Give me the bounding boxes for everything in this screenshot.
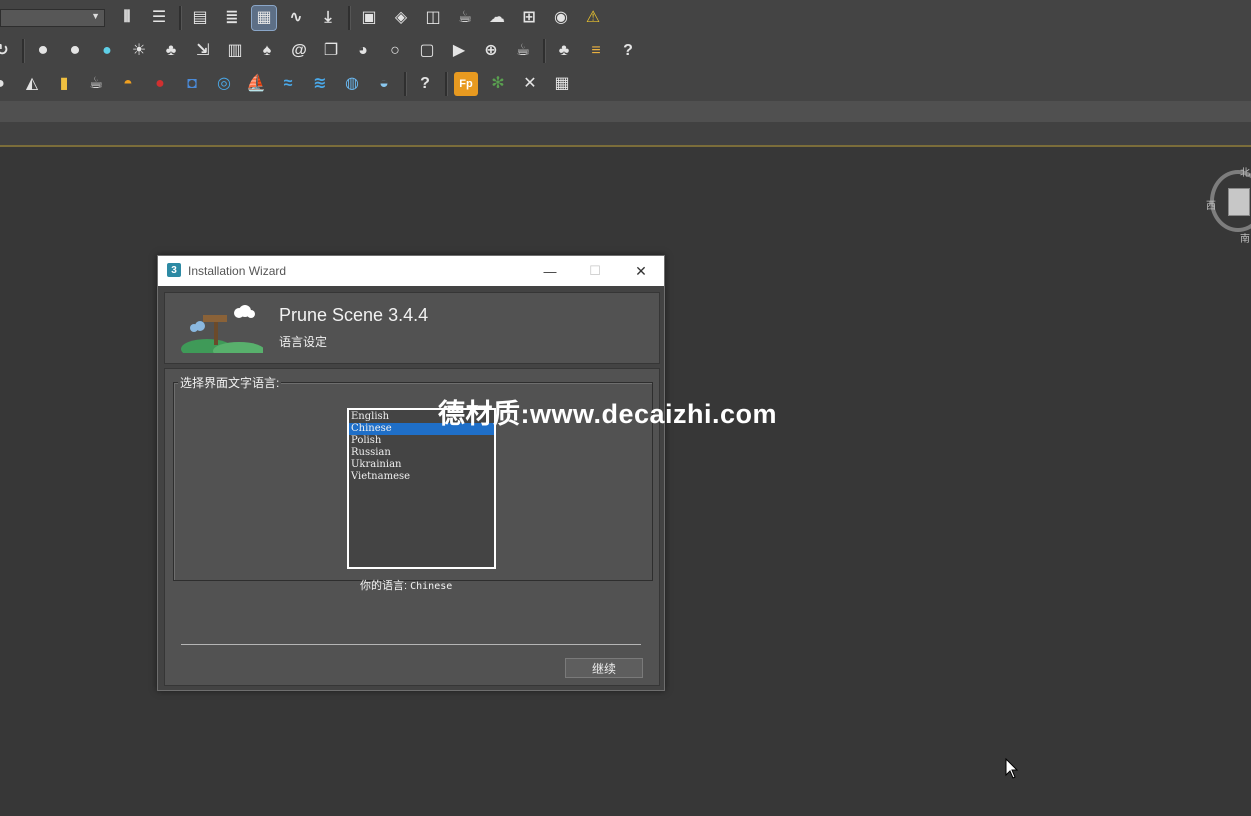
plugin-2-icon[interactable]: ◭	[20, 72, 44, 96]
language-option-vietnamese[interactable]: Vietnamese	[349, 471, 494, 483]
teapot-icon[interactable]: ☕	[511, 39, 535, 63]
dope-sheet-icon[interactable]: ⤓	[316, 6, 340, 30]
water-icon[interactable]: ≋	[308, 72, 332, 96]
camera-add-icon[interactable]: ⏺	[63, 39, 87, 63]
camera-icon[interactable]: ⏺	[31, 39, 55, 63]
toolbar-separator	[179, 6, 182, 30]
ribbon-toggle-icon[interactable]: ▦	[251, 5, 277, 31]
play-panel-icon[interactable]: ▶	[447, 39, 471, 63]
sun-icon[interactable]: ☀	[127, 39, 151, 63]
help-question-icon[interactable]: ?	[413, 72, 437, 96]
installation-wizard-dialog: 3 Installation Wizard — ☐ ✕ Prune Scene …	[157, 255, 665, 691]
panel-icon[interactable]: ▢	[415, 39, 439, 63]
language-option-russian[interactable]: Russian	[349, 447, 494, 459]
grid-icon[interactable]: ⊞	[517, 6, 541, 30]
forest-icon[interactable]: ♣	[552, 39, 576, 63]
ribbon-tab-bar	[0, 101, 1251, 122]
language-option-polish[interactable]: Polish	[349, 435, 494, 447]
render-icon[interactable]: ☕	[453, 6, 477, 30]
island-icon[interactable]: ◓	[116, 72, 140, 96]
wave-icon[interactable]: ≈	[276, 72, 300, 96]
language-option-ukrainian[interactable]: Ukrainian	[349, 459, 494, 471]
beer-icon[interactable]: ▮	[52, 72, 76, 96]
fp-icon[interactable]: Fp	[454, 72, 478, 96]
toolbar-separator	[404, 72, 407, 96]
table-icon[interactable]: ▦	[550, 72, 574, 96]
minimize-button[interactable]: —	[535, 260, 565, 282]
toolbar-row-1: ▼ ⫴ ☰ ▤ ≣ ▦ ∿ ⤓ ▣ ◈ ◫ ☕ ☁ ⊞ ◉ ⚠	[0, 2, 613, 34]
toolbar-separator	[22, 39, 25, 63]
viewcube-cube[interactable]	[1228, 188, 1250, 216]
coffee-icon[interactable]: ☕	[84, 72, 108, 96]
toolbar-row-3: ◑ ◭ ▮ ☕ ◓ ● ◘ ◎ ⛵ ≈ ≋ ◍ ◒ ? Fp ✻ ✕ ▦	[0, 68, 582, 100]
continue-button[interactable]: 继续	[565, 658, 643, 678]
bulb-icon[interactable]: ○	[383, 39, 407, 63]
warning-icon[interactable]: ⚠	[581, 6, 605, 30]
swirl-icon[interactable]: ◎	[212, 72, 236, 96]
app-name: Prune Scene 3.4.4	[279, 305, 429, 325]
list-icon[interactable]: ≡	[584, 39, 608, 63]
current-language: 你的语言: Chinese	[360, 577, 452, 593]
render-frame-icon[interactable]: ◈	[389, 6, 413, 30]
copy-icon[interactable]: ❐	[319, 39, 343, 63]
light-bulb-icon[interactable]: ●	[95, 39, 119, 63]
maximize-button[interactable]: ☐	[580, 260, 610, 282]
app-icon: 3	[167, 263, 181, 277]
language-listbox[interactable]: English Chinese Polish Russian Ukrainian Viet…	[347, 408, 496, 569]
boat-icon[interactable]: ⛵	[244, 72, 268, 96]
layer-explorer-icon[interactable]: ≣	[220, 6, 244, 30]
plant-icon[interactable]: ✻	[486, 72, 510, 96]
palette-icon[interactable]: ◕	[351, 39, 375, 63]
mouse-cursor-icon	[1005, 758, 1019, 779]
align-icon[interactable]: ☰	[147, 6, 171, 30]
tree-icon[interactable]: ♣	[159, 39, 183, 63]
mirror-icon[interactable]: ⫴	[115, 6, 139, 30]
wizard-header: Prune Scene 3.4.4 语言设定	[164, 292, 660, 364]
tree-export-icon[interactable]: ♠	[255, 39, 279, 63]
viewcube-north-label: 北	[1240, 168, 1250, 179]
landscape-signpost-icon	[181, 305, 263, 353]
ribbon-panel	[0, 122, 1251, 147]
target-icon[interactable]: ⊕	[479, 39, 503, 63]
dialog-title: Installation Wizard	[188, 264, 287, 278]
scene-explorer-icon[interactable]: ▤	[188, 6, 212, 30]
main-toolbar-area: ▼ ⫴ ☰ ▤ ≣ ▦ ∿ ⤓ ▣ ◈ ◫ ☕ ☁ ⊞ ◉ ⚠ ↻ ⏺ ⏺ ● …	[0, 0, 1251, 101]
help-icon[interactable]: ?	[616, 39, 640, 63]
chevron-down-icon: ▼	[91, 11, 100, 21]
watermark: 德材质:www.decaizhi.com	[438, 399, 778, 429]
curve-editor-icon[interactable]: ∿	[284, 6, 308, 30]
spiral-icon[interactable]: @	[287, 39, 311, 63]
plugin-1-icon[interactable]: ◑	[0, 72, 12, 96]
backpack-icon[interactable]: ◘	[180, 72, 204, 96]
current-language-label: 你的语言:	[360, 580, 408, 592]
tools-icon[interactable]: ✕	[518, 72, 542, 96]
footer-divider	[181, 644, 641, 645]
viewcube-west-label: 西	[1206, 201, 1216, 212]
viewcube-south-label: 南	[1240, 234, 1250, 245]
render-setup-icon[interactable]: ▣	[357, 6, 381, 30]
dialog-titlebar[interactable]: 3 Installation Wizard — ☐ ✕	[158, 256, 664, 286]
toolbar-row-2: ↻ ⏺ ⏺ ● ☀ ♣ ⇲ ▥ ♠ @ ❐ ◕ ○ ▢ ▶ ⊕ ☕ ♣ ≡ ?	[0, 35, 648, 67]
viewcube[interactable]: 北 西 南	[1206, 168, 1251, 245]
current-language-value: Chinese	[410, 581, 453, 592]
autodesk-a360-icon[interactable]: ◉	[549, 6, 573, 30]
toolbar-separator	[445, 72, 448, 96]
toolbar-separator	[543, 39, 546, 63]
red-ball-icon[interactable]: ●	[148, 72, 172, 96]
selection-set-dropdown[interactable]: ▼	[0, 9, 105, 27]
book-icon[interactable]: ▥	[223, 39, 247, 63]
refresh-icon[interactable]: ↻	[0, 39, 14, 63]
page-subtitle: 语言设定	[279, 335, 328, 349]
globe-icon[interactable]: ◍	[340, 72, 364, 96]
export-icon[interactable]: ⇲	[191, 39, 215, 63]
group-label: 选择界面文字语言:	[178, 374, 282, 391]
material-editor-icon[interactable]: ◫	[421, 6, 445, 30]
close-button[interactable]: ✕	[626, 260, 656, 282]
render-cloud-icon[interactable]: ☁	[485, 6, 509, 30]
toolbar-separator	[348, 6, 351, 30]
lake-icon[interactable]: ◒	[372, 72, 396, 96]
